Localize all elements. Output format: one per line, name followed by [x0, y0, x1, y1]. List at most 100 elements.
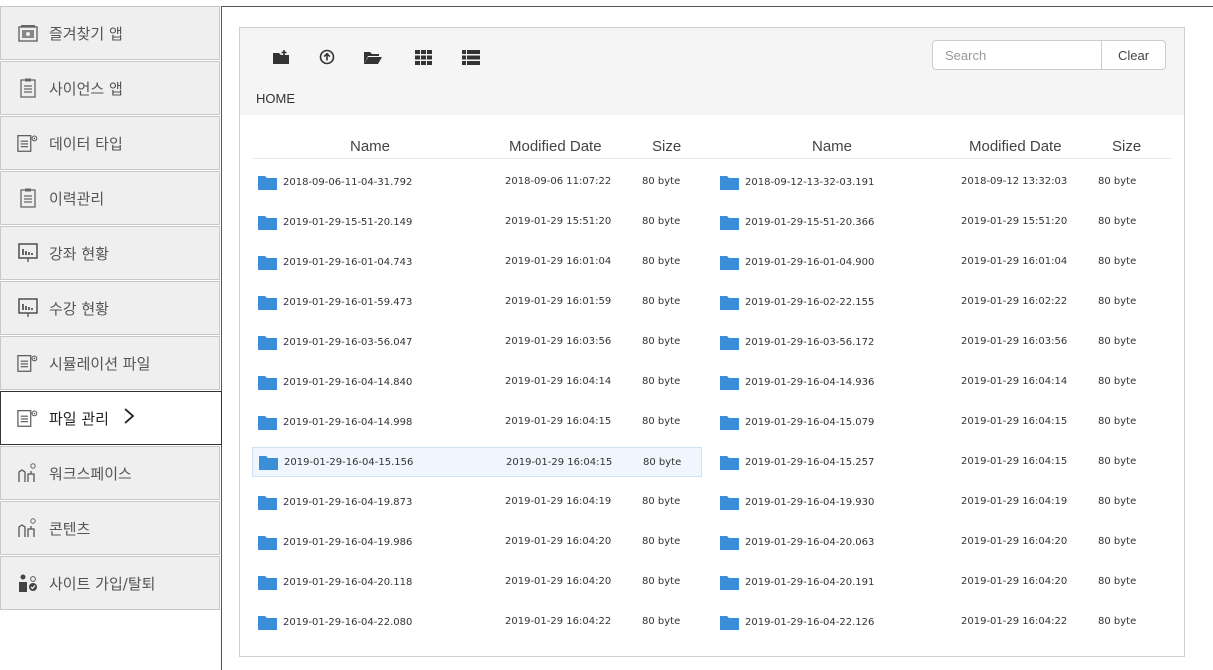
breadcrumb[interactable]: HOME — [256, 91, 295, 106]
sidebar-item[interactable]: 사이트 가입/탈퇴 — [0, 556, 220, 610]
file-size: 80 byte — [642, 576, 681, 587]
file-item[interactable]: 2019-01-29-16-04-22.080 2019-01-29 16:04:… — [252, 607, 702, 637]
file-item[interactable]: 2019-01-29-16-04-15.156 2019-01-29 16:04:… — [252, 447, 702, 477]
sidebar-item[interactable]: 수강 현황 — [0, 281, 220, 335]
column-header-modified[interactable]: Modified Date — [509, 138, 602, 155]
file-size: 80 byte — [1098, 336, 1137, 347]
file-item[interactable]: 2019-01-29-16-04-19.986 2019-01-29 16:04:… — [252, 527, 702, 557]
grid-view-icon[interactable] — [412, 46, 434, 68]
file-item[interactable]: 2019-01-29-16-03-56.172 2019-01-29 16:03:… — [714, 327, 1174, 357]
breadcrumb-bar: HOME — [240, 81, 1184, 115]
file-item[interactable]: 2019-01-29-16-04-15.257 2019-01-29 16:04:… — [714, 447, 1174, 477]
file-item[interactable]: 2019-01-29-16-04-22.126 2019-01-29 16:04:… — [714, 607, 1174, 637]
upload-icon[interactable] — [316, 46, 338, 68]
file-modified-date: 2019-01-29 16:04:15 — [961, 416, 1068, 427]
top-divider — [221, 6, 1213, 7]
sidebar-item[interactable]: 콘텐츠 — [0, 501, 220, 555]
sidebar-item[interactable]: 사이언스 앱 — [0, 61, 220, 115]
chevron-right-icon — [123, 406, 135, 430]
file-size: 80 byte — [1098, 576, 1137, 587]
file-modified-date: 2019-01-29 16:04:14 — [961, 376, 1068, 387]
column-header-modified[interactable]: Modified Date — [969, 138, 1062, 155]
folder-icon — [258, 294, 283, 310]
search-input[interactable] — [932, 40, 1102, 70]
file-item[interactable]: 2019-01-29-16-04-14.998 2019-01-29 16:04:… — [252, 407, 702, 437]
folder-icon — [720, 374, 745, 390]
sidebar-item-label: 콘텐츠 — [49, 519, 91, 538]
file-manager-panel: Clear HOME Name Modified Date Size Name … — [239, 27, 1185, 657]
file-size: 80 byte — [642, 416, 681, 427]
file-modified-date: 2018-09-06 11:07:22 — [505, 176, 612, 187]
file-modified-date: 2019-01-29 16:04:20 — [505, 536, 612, 547]
sidebar-item[interactable]: 이력관리 — [0, 171, 220, 225]
folder-icon — [720, 254, 745, 270]
file-name: 2018-09-06-11-04-31.792 — [283, 176, 413, 188]
column-header-name[interactable]: Name — [812, 138, 852, 155]
file-item[interactable]: 2019-01-29-16-03-56.047 2019-01-29 16:03:… — [252, 327, 702, 357]
file-item[interactable]: 2019-01-29-15-51-20.366 2019-01-29 15:51:… — [714, 207, 1174, 237]
file-item[interactable]: 2019-01-29-16-01-04.900 2019-01-29 16:01:… — [714, 247, 1174, 277]
new-folder-icon[interactable] — [270, 46, 292, 68]
file-name: 2019-01-29-16-04-20.118 — [283, 576, 413, 588]
file-item[interactable]: 2019-01-29-16-02-22.155 2019-01-29 16:02:… — [714, 287, 1174, 317]
document-icon — [17, 187, 39, 209]
file-size: 80 byte — [642, 616, 681, 627]
sidebar-item[interactable]: 시뮬레이션 파일 — [0, 336, 220, 390]
file-item[interactable]: 2019-01-29-16-04-14.936 2019-01-29 16:04:… — [714, 367, 1174, 397]
file-item[interactable]: 2019-01-29-16-04-19.930 2019-01-29 16:04:… — [714, 487, 1174, 517]
file-item[interactable]: 2019-01-29-16-04-15.079 2019-01-29 16:04:… — [714, 407, 1174, 437]
folder-icon — [258, 334, 283, 350]
sidebar-item[interactable]: 데이터 타입 — [0, 116, 220, 170]
sidebar-item[interactable]: 강좌 현황 — [0, 226, 220, 280]
file-name: 2019-01-29-16-04-14.840 — [283, 376, 413, 388]
sidebar-item[interactable]: 즐겨찾기 앱 — [0, 6, 220, 60]
list-view-icon[interactable] — [460, 46, 482, 68]
column-header-size[interactable]: Size — [652, 138, 681, 155]
file-item[interactable]: 2019-01-29-16-04-20.063 2019-01-29 16:04:… — [714, 527, 1174, 557]
file-name: 2019-01-29-16-04-22.126 — [745, 616, 875, 628]
file-item[interactable]: 2019-01-29-16-04-20.191 2019-01-29 16:04:… — [714, 567, 1174, 597]
file-size: 80 byte — [642, 376, 681, 387]
folder-icon — [258, 414, 283, 430]
file-name: 2019-01-29-16-04-22.080 — [283, 616, 413, 628]
column-headers: Name Modified Date Size Name Modified Da… — [252, 134, 1172, 159]
sidebar-item[interactable]: 워크스페이스 — [0, 446, 220, 500]
file-name: 2019-01-29-16-04-19.873 — [283, 496, 413, 508]
file-item[interactable]: 2018-09-12-13-32-03.191 2018-09-12 13:32:… — [714, 167, 1174, 197]
sidebar-item[interactable]: 파일 관리 — [0, 391, 222, 445]
file-item[interactable]: 2019-01-29-16-01-59.473 2019-01-29 16:01:… — [252, 287, 702, 317]
column-header-name[interactable]: Name — [350, 138, 390, 155]
file-modified-date: 2019-01-29 16:04:20 — [505, 576, 612, 587]
file-modified-date: 2019-01-29 16:04:15 — [506, 457, 613, 468]
folder-icon — [720, 494, 745, 510]
file-name: 2019-01-29-16-03-56.172 — [745, 336, 875, 348]
file-size: 80 byte — [1098, 536, 1137, 547]
document-gear-icon — [17, 352, 39, 374]
file-modified-date: 2019-01-29 15:51:20 — [505, 216, 612, 227]
file-size: 80 byte — [1098, 176, 1137, 187]
file-item[interactable]: 2019-01-29-16-04-20.118 2019-01-29 16:04:… — [252, 567, 702, 597]
folder-icon — [258, 254, 283, 270]
file-item[interactable]: 2019-01-29-16-01-04.743 2019-01-29 16:01:… — [252, 247, 702, 277]
file-item[interactable]: 2019-01-29-15-51-20.149 2019-01-29 15:51:… — [252, 207, 702, 237]
document-gear-icon — [17, 407, 39, 429]
file-item[interactable]: 2019-01-29-16-04-19.873 2019-01-29 16:04:… — [252, 487, 702, 517]
file-size: 80 byte — [642, 536, 681, 547]
favorites-app-icon — [17, 22, 39, 44]
sidebar-item-label: 데이터 타입 — [49, 134, 123, 153]
file-modified-date: 2019-01-29 16:01:59 — [505, 296, 612, 307]
file-name: 2019-01-29-15-51-20.366 — [745, 216, 875, 228]
file-item[interactable]: 2018-09-06-11-04-31.792 2018-09-06 11:07:… — [252, 167, 702, 197]
file-item[interactable]: 2019-01-29-16-04-14.840 2019-01-29 16:04:… — [252, 367, 702, 397]
file-size: 80 byte — [642, 256, 681, 267]
file-size: 80 byte — [1098, 496, 1137, 507]
column-header-size[interactable]: Size — [1112, 138, 1141, 155]
file-size: 80 byte — [1098, 296, 1137, 307]
folder-icon — [720, 294, 745, 310]
open-folder-icon[interactable] — [362, 46, 384, 68]
clear-button[interactable]: Clear — [1102, 40, 1166, 70]
file-size: 80 byte — [642, 336, 681, 347]
file-modified-date: 2018-09-12 13:32:03 — [961, 176, 1068, 187]
folder-icon — [720, 534, 745, 550]
sidebar-item-label: 시뮬레이션 파일 — [49, 354, 151, 373]
